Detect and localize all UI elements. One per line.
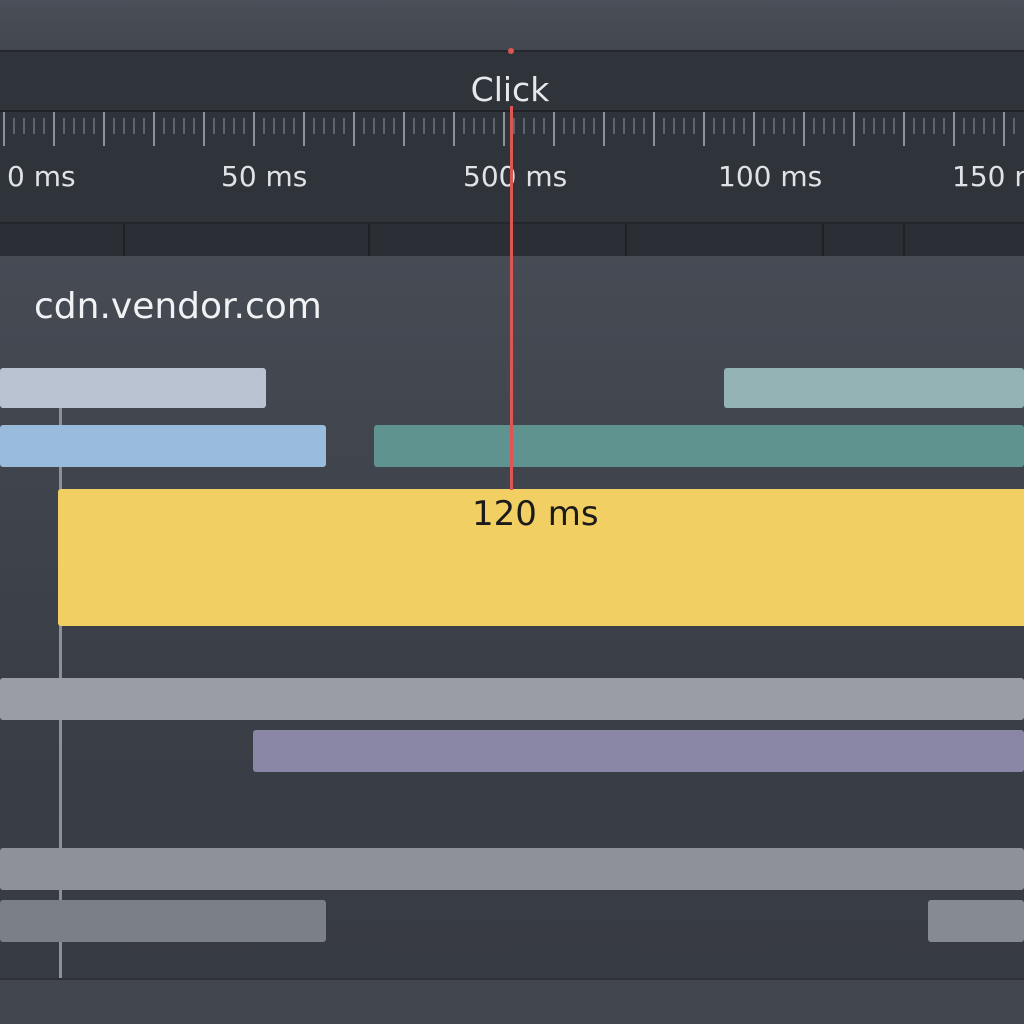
tick-label-4: 150 ms [952,160,1024,193]
playhead-handle[interactable] [508,48,514,54]
playhead-line[interactable] [510,106,513,490]
track-divider [822,224,824,258]
track-divider [368,224,370,258]
toolbar-strip [0,0,1024,50]
status-strip [0,978,1024,1024]
duration-label: 120 ms [472,494,599,534]
request-bar[interactable] [724,368,1024,408]
waterfall-timeline-view: Click 0 ms 50 ms 500 ms 100 ms 150 ms cd… [0,0,1024,1024]
request-bar[interactable] [928,900,1024,942]
request-bar[interactable] [0,848,1024,890]
tick-label-1: 50 ms [221,160,308,193]
request-bar[interactable] [0,678,1024,720]
request-bar[interactable] [374,425,1024,467]
tick-label-2: 500 ms [463,160,568,193]
request-bar[interactable] [0,900,326,942]
track-divider [625,224,627,258]
group-title: cdn.vendor.com [34,286,322,327]
request-bar[interactable] [0,368,266,408]
request-bar[interactable] [0,425,326,467]
marker-label: Click [470,70,550,109]
request-bar[interactable] [253,730,1024,772]
track-divider [903,224,905,258]
track-divider [123,224,125,258]
tick-label-3: 100 ms [718,160,823,193]
tick-label-0: 0 ms [7,160,76,193]
